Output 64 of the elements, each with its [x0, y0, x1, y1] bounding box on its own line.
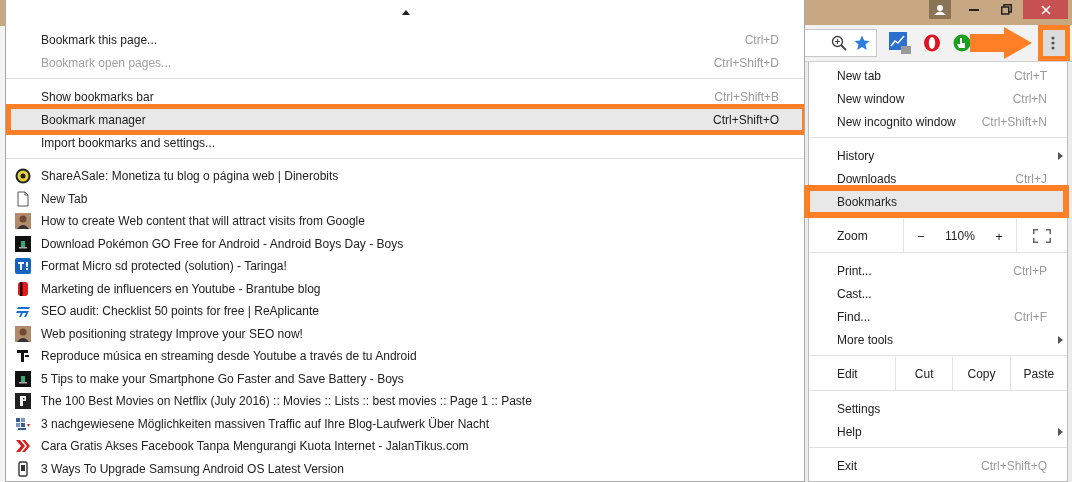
menu-item[interactable]: Print... Ctrl+P — [809, 259, 1067, 282]
bookmark-item[interactable]: Cara Gratis Akses Facebook Tanpa Mengurangi Kuota Internet - JalanTikus.com — [6, 435, 804, 458]
screen-icon — [15, 235, 31, 252]
edit-label: Edit — [836, 366, 859, 383]
menu-item[interactable]: Import bookmarks and settings... — [6, 131, 804, 154]
bookmark-item[interactable]: SEO audit: Checklist 50 points for free | ReAplicante — [6, 300, 804, 323]
submenu-arrow-icon — [1058, 336, 1063, 344]
page-icon — [15, 190, 31, 207]
menu-icon — [1051, 36, 1055, 51]
block-icon — [15, 280, 31, 297]
bookmark-item[interactable]: 3 Ways To Upgrade Samsung Android OS Latest Version — [6, 457, 804, 480]
hand-icon[interactable] — [953, 34, 971, 53]
menu-item[interactable]: Cast... — [809, 282, 1067, 305]
bookmark-item[interactable]: How to create Web content that will attract visits from Google — [6, 210, 804, 233]
scroll-up-icon[interactable] — [402, 10, 410, 15]
bookmark-item[interactable]: ShareASale: Monetiza tu blog o página web | Dinerobits — [6, 165, 804, 188]
bookmark-item[interactable]: The 100 Best Movies on Netflix (July 2016) :: Movies :: Lists :: best movies :: Page 1 :: Paste — [6, 390, 804, 413]
person-photo-icon — [15, 213, 31, 230]
menu-item[interactable]: History — [809, 144, 1067, 167]
bookmark-item[interactable]: Reproduce música en streaming desde Youtube a través de tu Android — [6, 345, 804, 368]
tile-icon — [15, 258, 31, 275]
bookmark-item[interactable]: Web positioning strategy Improve your SEO now! — [6, 322, 804, 345]
screen-icon — [15, 370, 31, 387]
menu-item[interactable]: More tools — [809, 328, 1067, 351]
restore-icon — [1001, 4, 1012, 15]
minimize-icon — [968, 8, 979, 11]
menu-item[interactable]: Help — [809, 420, 1067, 443]
star-icon[interactable] — [854, 35, 870, 52]
profile-icon — [934, 4, 946, 15]
zoom-in-button[interactable]: + — [989, 226, 1009, 246]
menu-item[interactable]: Downloads Ctrl+J — [809, 167, 1067, 190]
profile-button[interactable] — [929, 0, 951, 19]
chevrons-icon — [15, 438, 31, 455]
ring-icon[interactable] — [923, 34, 941, 53]
square-logo-icon — [15, 393, 31, 410]
bookmark-item[interactable]: Marketing de influencers en Youtube - Brantube blog — [6, 277, 804, 300]
bookmark-item[interactable]: New Tab — [6, 187, 804, 210]
phone-icon — [15, 460, 31, 477]
menu-item[interactable]: Settings — [809, 397, 1067, 420]
coin-icon — [15, 168, 31, 185]
menu-item[interactable]: Exit Ctrl+Shift+Q — [809, 454, 1067, 477]
bookmark-item[interactable]: 5 Tips to make your Smartphone Go Faster and Save Battery - Boys — [6, 367, 804, 390]
fullscreen-icon — [1033, 229, 1051, 243]
address-field[interactable] — [805, 29, 877, 58]
submenu-arrow-icon — [1058, 428, 1063, 436]
zoom-value: 110% — [945, 229, 975, 243]
chart-icon[interactable] — [889, 32, 911, 55]
menu-item[interactable]: Find... Ctrl+F — [809, 305, 1067, 328]
bookmark-item[interactable]: Download Pokémon GO Free for Android - Android Boys Day - Boys — [6, 232, 804, 255]
close-icon — [1040, 4, 1051, 15]
menu-item[interactable]: New window Ctrl+N — [809, 87, 1067, 110]
menu-item[interactable]: Show bookmarks bar Ctrl+Shift+B — [6, 85, 804, 108]
zoom-label: Zoom — [836, 228, 869, 245]
menu-item[interactable]: New incognito window Ctrl+Shift+N — [809, 110, 1067, 133]
person-photo-icon — [15, 325, 31, 342]
grid-icon — [15, 415, 31, 432]
bookmark-item[interactable]: Format Micro sd protected (solution) - Taringa! — [6, 255, 804, 278]
menu-item[interactable]: New tab Ctrl+T — [809, 64, 1067, 87]
submenu-arrow-icon — [1058, 152, 1063, 160]
zoom-icon[interactable] — [831, 35, 847, 52]
bars-icon — [15, 348, 31, 365]
zoom-out-button[interactable]: − — [911, 226, 931, 246]
menu-item[interactable]: Bookmark this page... Ctrl+D — [6, 28, 804, 51]
bookmark-item[interactable]: 3 nachgewiesene Möglichkeiten massiven Traffic auf Ihre Blog-Laufwerk Über Nacht — [6, 412, 804, 435]
